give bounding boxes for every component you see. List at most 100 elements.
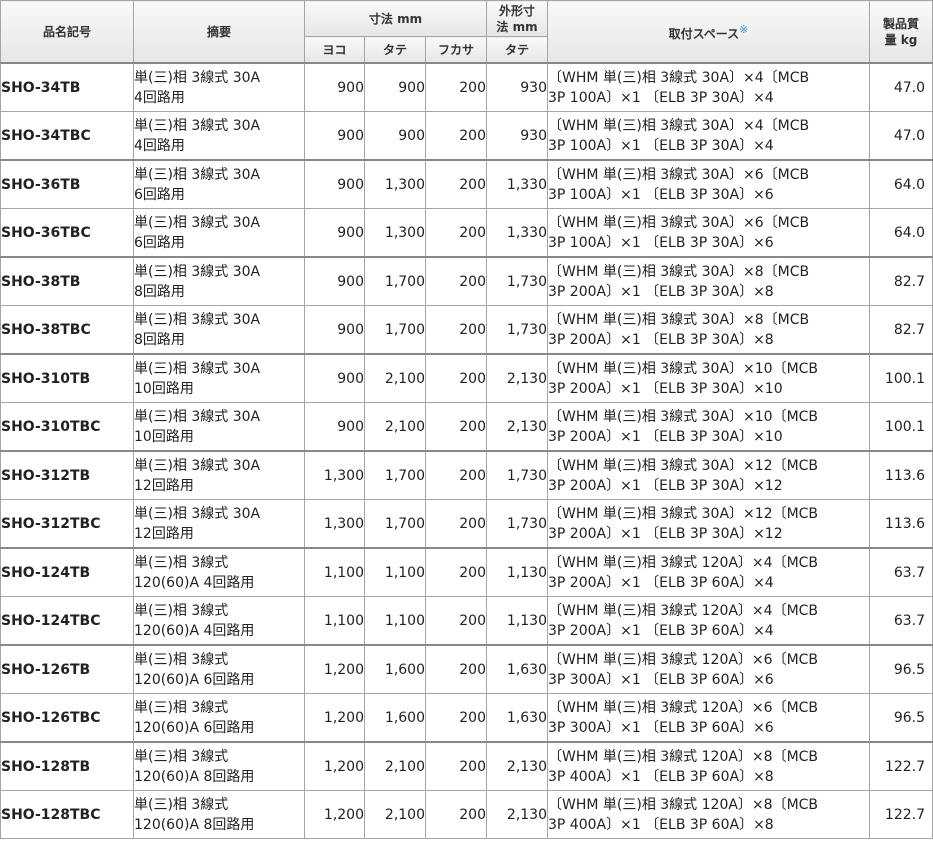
summary-line-1: 単(三)相 3線式 xyxy=(134,554,229,571)
mount-space-line-1: 〔WHM 単(三)相 3線式 30A〕×4〔MCB xyxy=(548,69,810,86)
mount-space-line-1: 〔WHM 単(三)相 3線式 30A〕×8〔MCB xyxy=(548,263,810,280)
table-row: SHO-38TBC 単(三)相 3線式 30A 8回路用 900 1,700 20… xyxy=(0,305,933,355)
summary-line-2: 120(60)A 8回路用 xyxy=(134,768,255,785)
mount-space-cell: 〔WHM 単(三)相 3線式 30A〕×6〔MCB 3P 100A〕×1 〔ELB… xyxy=(547,159,870,209)
outer-height-cell: 2,130 xyxy=(486,741,548,791)
mount-space-cell: 〔WHM 単(三)相 3線式 120A〕×4〔MCB 3P 200A〕×1 〔EL… xyxy=(547,547,870,597)
depth-cell: 200 xyxy=(425,256,487,306)
mount-space-line-1: 〔WHM 単(三)相 3線式 120A〕×8〔MCB xyxy=(548,748,819,765)
width-cell: 900 xyxy=(304,402,365,452)
model-cell: SHO-36TBC xyxy=(0,208,134,258)
summary-line-2: 120(60)A 6回路用 xyxy=(134,671,255,688)
mount-space-line-2: 3P 200A〕×1 〔ELB 3P 30A〕×8 xyxy=(548,283,774,300)
height-cell: 1,300 xyxy=(364,159,426,209)
table-row: SHO-34TBC 単(三)相 3線式 30A 4回路用 900 900 200 … xyxy=(0,111,933,161)
mount-space-line-2: 3P 200A〕×1 〔ELB 3P 30A〕×10 xyxy=(548,380,783,397)
summary-line-1: 単(三)相 3線式 30A xyxy=(134,457,261,474)
summary-cell: 単(三)相 3線式 30A 6回路用 xyxy=(133,208,305,258)
mount-space-line-1: 〔WHM 単(三)相 3線式 30A〕×4〔MCB xyxy=(548,117,810,134)
mount-space-line-2: 3P 100A〕×1 〔ELB 3P 30A〕×4 xyxy=(548,89,774,106)
width-cell: 900 xyxy=(304,208,365,258)
summary-line-1: 単(三)相 3線式 30A xyxy=(134,311,261,328)
width-cell: 1,300 xyxy=(304,450,365,500)
summary-line-2: 120(60)A 4回路用 xyxy=(134,622,255,639)
mount-space-line-2: 3P 400A〕×1 〔ELB 3P 60A〕×8 xyxy=(548,816,774,833)
model-code: SHO-34TB xyxy=(1,79,81,96)
table-row: SHO-124TB 単(三)相 3線式 120(60)A 4回路用 1,100 1… xyxy=(0,547,933,597)
summary-line-1: 単(三)相 3線式 30A xyxy=(134,360,261,377)
table-row: SHO-36TBC 単(三)相 3線式 30A 6回路用 900 1,300 20… xyxy=(0,208,933,258)
weight-cell: 82.7 xyxy=(869,256,933,306)
mount-space-cell: 〔WHM 単(三)相 3線式 30A〕×6〔MCB 3P 100A〕×1 〔ELB… xyxy=(547,208,870,258)
depth-cell: 200 xyxy=(425,62,487,112)
outer-height-cell: 1,330 xyxy=(486,159,548,209)
summary-cell: 単(三)相 3線式 30A 8回路用 xyxy=(133,256,305,306)
mount-space-line-1: 〔WHM 単(三)相 3線式 30A〕×8〔MCB xyxy=(548,311,810,328)
summary-line-1: 単(三)相 3線式 30A xyxy=(134,408,261,425)
weight-cell: 122.7 xyxy=(869,790,933,839)
mount-space-line-2: 3P 300A〕×1 〔ELB 3P 60A〕×6 xyxy=(548,671,774,688)
summary-line-1: 単(三)相 3線式 30A xyxy=(134,166,261,183)
model-code: SHO-312TBC xyxy=(1,515,101,532)
model-cell: SHO-38TBC xyxy=(0,305,134,355)
depth-cell: 200 xyxy=(425,402,487,452)
summary-cell: 単(三)相 3線式 30A 4回路用 xyxy=(133,111,305,161)
weight-cell: 100.1 xyxy=(869,353,933,403)
summary-line-2: 6回路用 xyxy=(134,234,185,251)
width-cell: 1,300 xyxy=(304,499,365,549)
model-code: SHO-310TB xyxy=(1,370,91,387)
table-row: SHO-126TB 単(三)相 3線式 120(60)A 6回路用 1,200 1… xyxy=(0,644,933,694)
product-spec-table: 品名記号 摘要 寸法 mm 外形寸法 mm 取付スペース※ 製品質量 kg ヨコ… xyxy=(0,0,933,839)
width-cell: 1,200 xyxy=(304,741,365,791)
summary-cell: 単(三)相 3線式 30A 10回路用 xyxy=(133,402,305,452)
table-row: SHO-312TB 単(三)相 3線式 30A 12回路用 1,300 1,700… xyxy=(0,450,933,500)
table-row: SHO-312TBC 単(三)相 3線式 30A 12回路用 1,300 1,70… xyxy=(0,499,933,549)
depth-cell: 200 xyxy=(425,644,487,694)
width-cell: 900 xyxy=(304,256,365,306)
mount-space-cell: 〔WHM 単(三)相 3線式 120A〕×4〔MCB 3P 200A〕×1 〔EL… xyxy=(547,596,870,646)
summary-cell: 単(三)相 3線式 120(60)A 8回路用 xyxy=(133,790,305,839)
depth-cell: 200 xyxy=(425,159,487,209)
width-cell: 1,200 xyxy=(304,644,365,694)
width-cell: 1,200 xyxy=(304,693,365,743)
summary-line-1: 単(三)相 3線式 30A xyxy=(134,214,261,231)
header-mount-space: 取付スペース※ xyxy=(547,0,870,64)
width-cell: 1,100 xyxy=(304,547,365,597)
summary-line-1: 単(三)相 3線式 30A xyxy=(134,263,261,280)
height-cell: 1,300 xyxy=(364,208,426,258)
header-outer-dimensions: 外形寸法 mm xyxy=(486,0,548,37)
mount-space-cell: 〔WHM 単(三)相 3線式 120A〕×6〔MCB 3P 300A〕×1 〔EL… xyxy=(547,644,870,694)
mount-space-line-2: 3P 200A〕×1 〔ELB 3P 60A〕×4 xyxy=(548,622,774,639)
height-cell: 900 xyxy=(364,62,426,112)
mount-space-line-1: 〔WHM 単(三)相 3線式 30A〕×12〔MCB xyxy=(548,505,819,522)
table-row: SHO-128TBC 単(三)相 3線式 120(60)A 8回路用 1,200 … xyxy=(0,790,933,839)
model-code: SHO-38TBC xyxy=(1,321,91,338)
mount-space-cell: 〔WHM 単(三)相 3線式 30A〕×12〔MCB 3P 200A〕×1 〔EL… xyxy=(547,499,870,549)
depth-cell: 200 xyxy=(425,499,487,549)
header-weight: 製品質量 kg xyxy=(869,0,933,64)
mount-space-cell: 〔WHM 単(三)相 3線式 30A〕×8〔MCB 3P 200A〕×1 〔ELB… xyxy=(547,305,870,355)
weight-cell: 63.7 xyxy=(869,547,933,597)
summary-line-2: 10回路用 xyxy=(134,428,194,445)
outer-height-cell: 1,630 xyxy=(486,644,548,694)
weight-cell: 63.7 xyxy=(869,596,933,646)
depth-cell: 200 xyxy=(425,693,487,743)
height-cell: 2,100 xyxy=(364,353,426,403)
height-cell: 1,700 xyxy=(364,305,426,355)
width-cell: 900 xyxy=(304,353,365,403)
mount-space-line-1: 〔WHM 単(三)相 3線式 30A〕×6〔MCB xyxy=(548,166,810,183)
model-cell: SHO-38TB xyxy=(0,256,134,306)
width-cell: 900 xyxy=(304,111,365,161)
summary-cell: 単(三)相 3線式 30A 8回路用 xyxy=(133,305,305,355)
weight-cell: 100.1 xyxy=(869,402,933,452)
outer-height-cell: 1,730 xyxy=(486,256,548,306)
summary-cell: 単(三)相 3線式 30A 10回路用 xyxy=(133,353,305,403)
mount-space-line-2: 3P 200A〕×1 〔ELB 3P 30A〕×8 xyxy=(548,331,774,348)
model-cell: SHO-310TBC xyxy=(0,402,134,452)
outer-height-cell: 1,130 xyxy=(486,596,548,646)
table-body: SHO-34TB 単(三)相 3線式 30A 4回路用 900 900 200 9… xyxy=(0,62,933,839)
summary-line-2: 4回路用 xyxy=(134,137,185,154)
summary-line-1: 単(三)相 3線式 xyxy=(134,602,229,619)
model-code: SHO-126TB xyxy=(1,661,91,678)
summary-line-2: 120(60)A 8回路用 xyxy=(134,816,255,833)
